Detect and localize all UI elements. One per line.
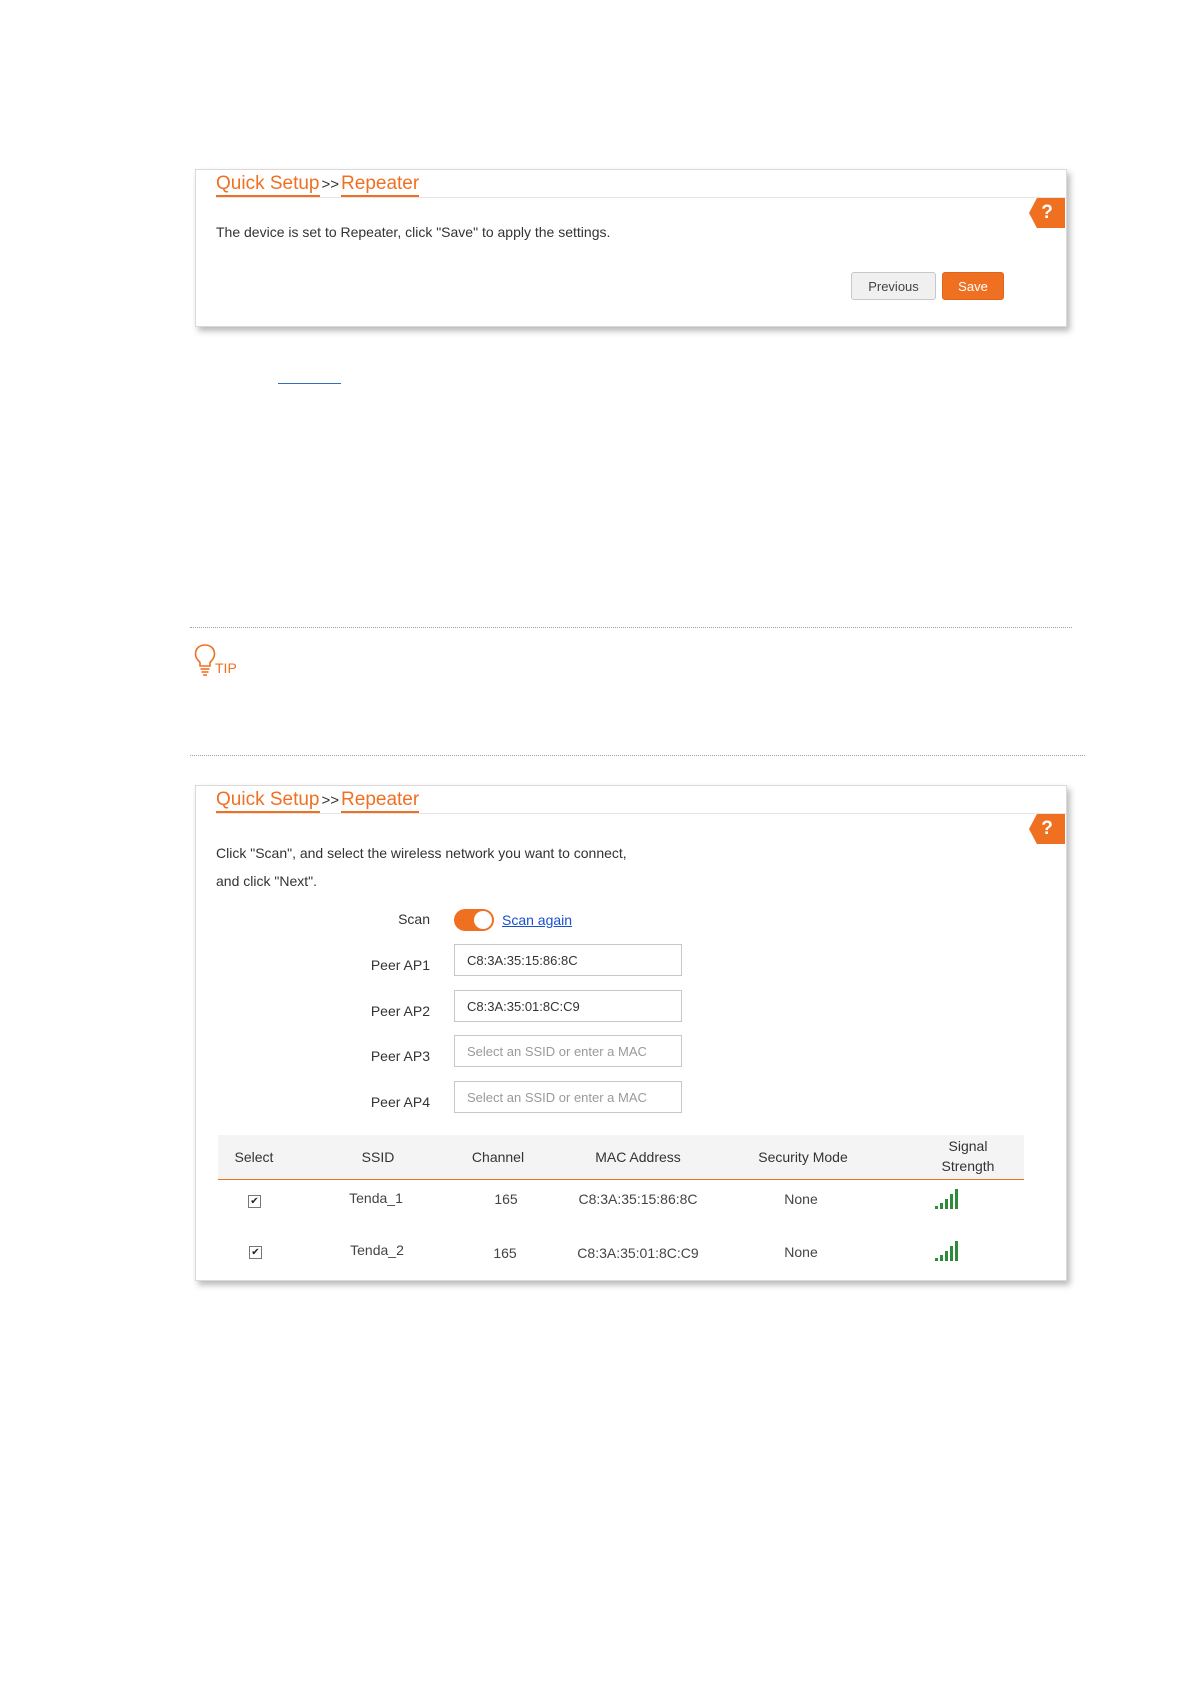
row-mac-address: C8:3A:35:15:86:8C [578,1191,698,1207]
row-security-mode: None [784,1244,818,1260]
row-channel: 165 [494,1191,518,1207]
row-mac-address: C8:3A:35:01:8C:C9 [577,1245,699,1261]
tip-label: TIP [215,660,237,676]
scan-label: Scan [398,911,430,927]
header-divider [216,813,1066,814]
signal-strength-icon [935,1241,958,1261]
tip-block: TIP [193,643,237,679]
row-ssid: Tenda_2 [350,1242,404,1258]
breadcrumb-separator: >> [321,792,340,809]
save-button[interactable]: Save [942,272,1004,300]
row-select-checkbox[interactable]: ✔ [248,1195,261,1208]
row-ssid: Tenda_1 [349,1190,403,1206]
lightbulb-icon [194,644,216,676]
previous-button[interactable]: Previous [851,272,936,300]
header-signal-line1: Signal [948,1138,988,1154]
breadcrumb-quick-setup[interactable]: Quick Setup [216,173,320,197]
apply-settings-message: The device is set to Repeater, click "Sa… [216,224,611,240]
breadcrumb: Quick Setup >> Repeater [216,172,420,197]
header-channel: Channel [471,1149,525,1165]
breadcrumb: Quick Setup >> Repeater [216,788,420,813]
tip-bottom-divider [190,755,1085,756]
peer-ap2-label: Peer AP2 [370,1003,430,1019]
quick-setup-scan-panel: Quick Setup >> Repeater ? Click "Scan", an… [195,785,1067,1281]
breadcrumb-repeater[interactable]: Repeater [341,173,420,197]
header-divider [216,197,1066,198]
quick-setup-confirm-panel: Quick Setup >> Repeater ? The device is se… [195,169,1067,327]
peer-ap1-input[interactable] [454,944,682,976]
help-icon[interactable]: ? [1029,814,1065,844]
header-signal-strength: Signal Strength [918,1136,1018,1176]
row-channel: 165 [493,1245,517,1261]
header-ssid: SSID [361,1149,395,1165]
peer-ap1-label: Peer AP1 [370,957,430,973]
header-select: Select [234,1149,274,1165]
scan-again-link[interactable]: Scan again [502,912,572,928]
breadcrumb-repeater[interactable]: Repeater [341,789,420,813]
row-security-mode: None [784,1191,818,1207]
breadcrumb-quick-setup[interactable]: Quick Setup [216,789,320,813]
peer-ap2-input[interactable] [454,990,682,1022]
header-signal-line2: Strength [941,1158,995,1174]
row-select-checkbox[interactable]: ✔ [249,1246,262,1259]
header-mac-address: MAC Address [595,1149,681,1165]
peer-ap4-input[interactable] [454,1081,682,1113]
breadcrumb-separator: >> [321,176,340,193]
scan-toggle[interactable] [454,909,494,931]
network-table-header: Select SSID Channel MAC Address Security… [218,1135,1024,1180]
peer-ap3-input[interactable] [454,1035,682,1067]
peer-ap3-label: Peer AP3 [370,1048,430,1064]
instruction-line-1: Click "Scan", and select the wireless ne… [216,845,627,861]
tip-top-divider [190,627,1072,628]
peer-ap4-label: Peer AP4 [370,1094,430,1110]
link-underline [278,383,341,384]
header-security-mode: Security Mode [758,1149,848,1165]
help-icon[interactable]: ? [1029,198,1065,228]
instruction-line-2: and click "Next". [216,873,317,889]
signal-strength-icon [935,1189,958,1209]
